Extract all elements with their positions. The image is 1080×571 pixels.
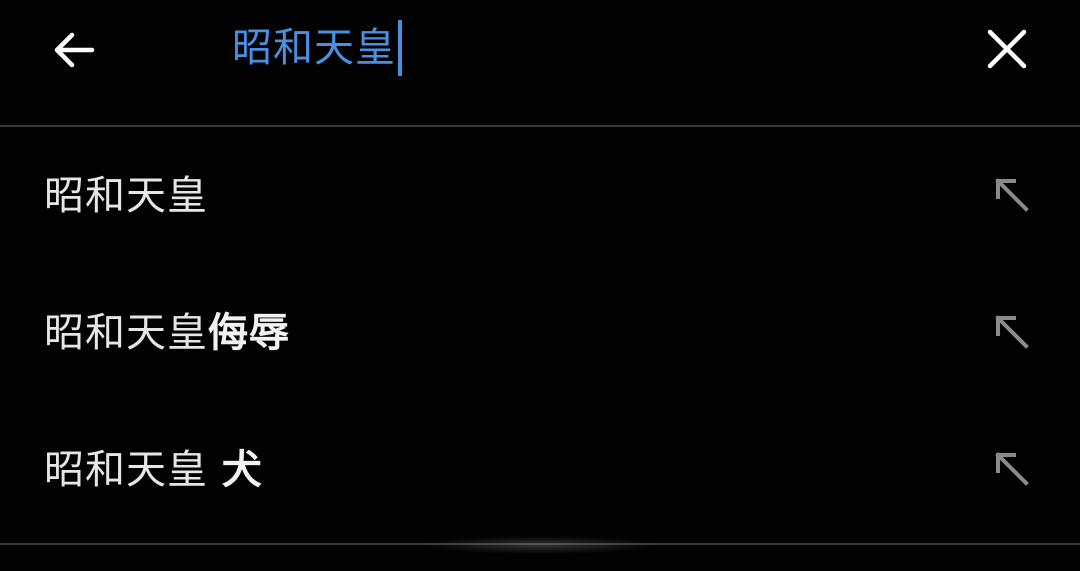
text-caret: [398, 20, 402, 76]
blurred-region: [420, 536, 660, 554]
search-page: 昭和天皇 昭和天皇 昭和天皇 侮辱 昭和天皇 犬: [0, 0, 1080, 571]
arrow-up-left-icon[interactable]: [990, 173, 1030, 213]
back-button[interactable]: [48, 24, 100, 76]
suggestion-suffix: 侮辱: [208, 310, 290, 356]
suggestion-item[interactable]: 昭和天皇: [0, 127, 1080, 257]
clear-search-button[interactable]: [982, 24, 1032, 74]
suggestion-text: 昭和天皇: [44, 127, 208, 257]
close-icon: [987, 29, 1027, 69]
arrow-up-left-icon[interactable]: [990, 447, 1030, 487]
arrow-up-left-icon[interactable]: [990, 310, 1030, 350]
search-bar: 昭和天皇: [0, 0, 1080, 126]
suggestion-item[interactable]: 昭和天皇 侮辱: [0, 264, 1080, 394]
suggestion-text: 昭和天皇 犬: [44, 401, 263, 531]
suggestion-prefix: 昭和天皇: [44, 310, 208, 356]
arrow-left-icon: [54, 32, 95, 68]
suggestion-text: 昭和天皇 侮辱: [44, 264, 290, 394]
suggestion-suffix: 犬: [221, 447, 263, 493]
search-input[interactable]: 昭和天皇: [232, 18, 402, 78]
suggestion-item[interactable]: 昭和天皇 犬: [0, 401, 1080, 531]
suggestion-prefix: 昭和天皇: [44, 173, 208, 219]
search-query-text: 昭和天皇: [232, 25, 396, 71]
suggestion-prefix: 昭和天皇: [44, 447, 222, 493]
